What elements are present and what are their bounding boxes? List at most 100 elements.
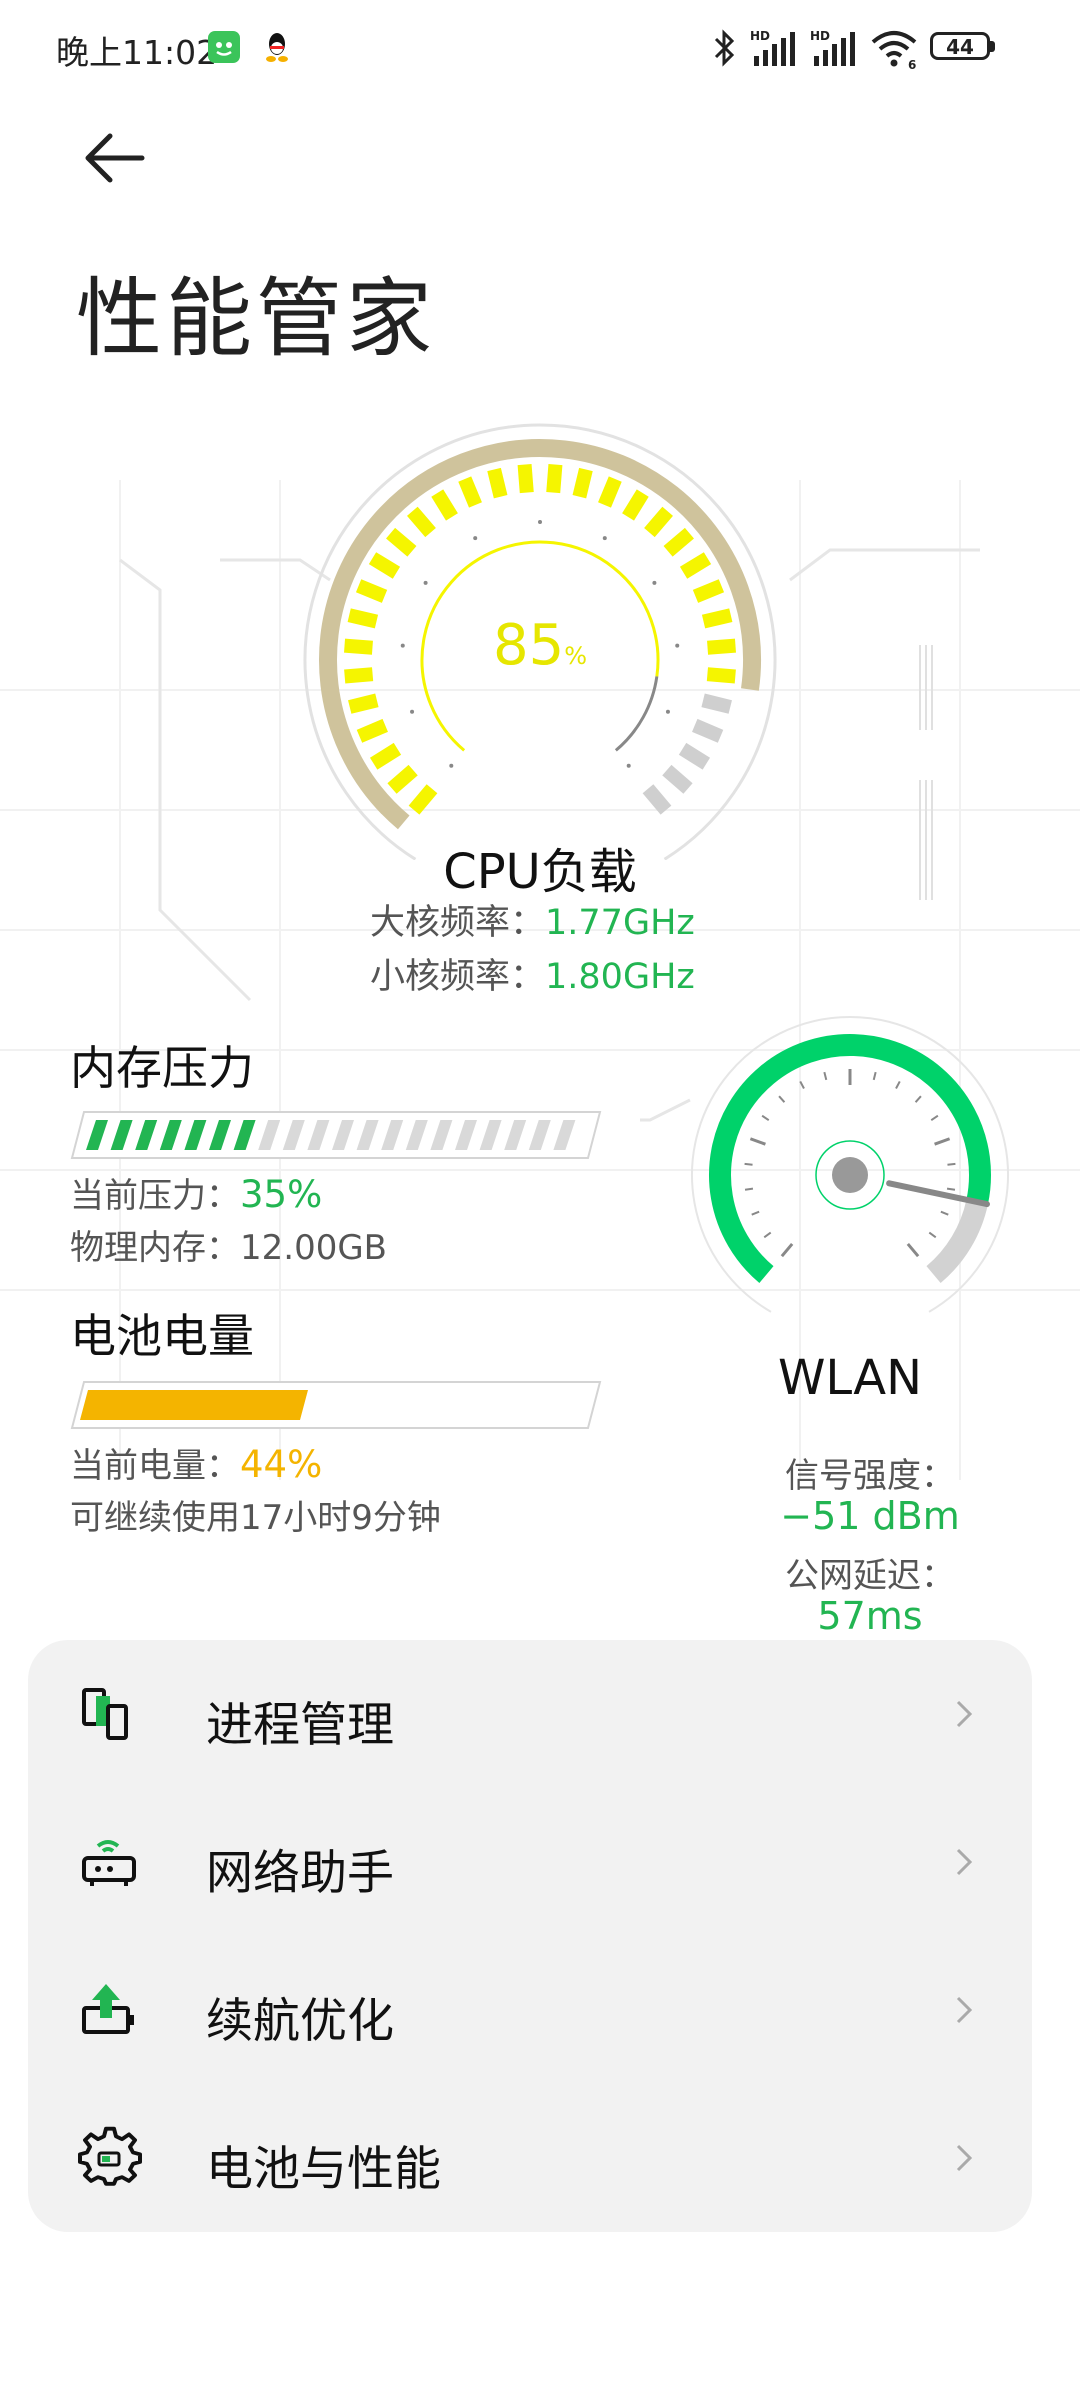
- wlan-label: WLAN: [777, 1350, 923, 1406]
- tools-menu: 进程管理 网络助手 续航优化 电池与性能: [28, 1640, 1032, 2232]
- cpu-load-label: CPU负载: [443, 844, 637, 900]
- battery-remaining-time: 可继续使用17小时9分钟: [70, 1498, 441, 1538]
- svg-text:HD: HD: [810, 29, 830, 43]
- back-button[interactable]: [72, 118, 162, 208]
- battery-level-title: 电池电量: [70, 1309, 254, 1363]
- cpu-gauge-inner-arc-rest: [614, 676, 659, 752]
- cpu-gauge-segment: [458, 476, 482, 508]
- svg-text:HD: HD: [750, 29, 770, 43]
- big-core-frequency-value: 1.77GHz: [545, 903, 695, 943]
- page-title: 性能管家: [76, 269, 436, 369]
- chevron-right-icon: [956, 2144, 973, 2172]
- memory-pressure-bar: [70, 1111, 602, 1159]
- battery-level-label: 当前电量：: [70, 1446, 240, 1486]
- menu-item-label: 电池与性能: [206, 2142, 441, 2197]
- svg-text:6: 6: [908, 58, 916, 70]
- chevron-right-icon: [956, 1996, 973, 2024]
- cpu-gauge-segment: [692, 579, 725, 603]
- wlan-gauge-tick: [947, 1162, 956, 1166]
- back-arrow-icon: [85, 133, 145, 183]
- cpu-gauge-dot: [602, 536, 607, 541]
- cpu-gauge-segment: [662, 764, 693, 794]
- battery-bar-fill: [80, 1390, 308, 1420]
- cpu-gauge-segment: [572, 467, 593, 499]
- battery-level-value: 44%: [240, 1443, 323, 1486]
- battery-level-bar: [70, 1381, 602, 1429]
- menu-item-process-manager[interactable]: 进程管理: [28, 1640, 1032, 1788]
- process-manager-icon: [82, 1688, 128, 1740]
- signal-strength-value: −51 dBm: [780, 1494, 960, 1538]
- physical-memory-value: 12.00GB: [240, 1228, 388, 1268]
- big-core-frequency-label: 大核频率：: [370, 903, 546, 943]
- cpu-gauge-segment: [598, 476, 622, 508]
- cpu-gauge-segment: [348, 693, 379, 714]
- chevron-right-icon: [956, 1848, 973, 1876]
- cpu-gauge-dot: [652, 580, 657, 585]
- menu-item-battery-and-performance[interactable]: 电池与性能: [28, 2084, 1032, 2232]
- physical-memory-label: 物理内存：: [70, 1228, 240, 1268]
- physical-memory-stat: 物理内存：12.00GB: [70, 1220, 387, 1269]
- wlan-gauge-tick: [763, 1231, 772, 1239]
- signal-hd-icon: HD: [750, 28, 802, 68]
- cpu-gauge-segment: [408, 784, 438, 815]
- wlan-gauge-tick: [906, 1242, 920, 1258]
- cpu-gauge-segment: [355, 579, 388, 603]
- status-time: 晚上11:02: [56, 33, 218, 72]
- wlan-gauge-tick: [930, 1114, 939, 1122]
- signal-strength-label: 信号强度：: [785, 1456, 955, 1496]
- cpu-gauge-segment: [407, 506, 436, 538]
- wlan-gauge-tick: [823, 1071, 828, 1081]
- wlan-gauge-tick: [895, 1080, 901, 1089]
- signal-hd-icon: HD: [810, 28, 862, 68]
- network-router-icon: [82, 1840, 136, 1886]
- gear-icon: [78, 2126, 142, 2186]
- wlan-gauge-tick: [761, 1114, 770, 1122]
- wlan-gauge-tick: [946, 1187, 956, 1191]
- latency-label: 公网延迟：: [785, 1556, 955, 1596]
- wlan-gauge-tick: [799, 1080, 805, 1089]
- status-bar: 晚上11:02 HD HD 6 44: [0, 0, 1080, 100]
- wlan-gauge-tick: [928, 1231, 937, 1239]
- small-core-frequency-value: 1.80GHz: [545, 957, 695, 997]
- cpu-gauge-dot: [449, 763, 454, 768]
- cpu-gauge-segment: [622, 489, 649, 521]
- cpu-gauge-segment: [387, 764, 418, 794]
- menu-item-battery-life-optimization[interactable]: 续航优化: [28, 1936, 1032, 2084]
- memory-pressure-value: 35%: [240, 1173, 323, 1216]
- cpu-gauge-segment: [692, 718, 724, 743]
- small-core-frequency: 小核频率：1.80GHz: [370, 948, 890, 999]
- cpu-gauge-segment: [679, 552, 712, 579]
- bluetooth-icon: [712, 28, 738, 68]
- memory-pressure-label: 当前压力：: [70, 1176, 240, 1216]
- wlan-gauge-tick: [778, 1095, 786, 1103]
- wechat-icon: [208, 31, 240, 63]
- wifi-6-icon: 6: [870, 28, 920, 72]
- small-core-frequency-label: 小核频率：: [370, 957, 546, 997]
- cpu-gauge-dot: [473, 536, 478, 541]
- chevron-right-icon: [956, 1700, 973, 1728]
- wlan-gauge-tick: [914, 1095, 922, 1103]
- wlan-gauge-tick: [940, 1210, 949, 1216]
- cpu-gauge-segment: [517, 464, 534, 494]
- cpu-gauge-segment: [663, 527, 694, 557]
- menu-item-label: 网络助手: [206, 1846, 394, 1901]
- cpu-gauge-dot: [665, 709, 670, 714]
- wlan-gauge-tick: [934, 1137, 951, 1146]
- wlan-gauge-rest-arc: [926, 1199, 988, 1284]
- latency-value: 57ms: [817, 1594, 923, 1638]
- battery-boost-icon: [82, 1984, 134, 2034]
- wlan-gauge-tick: [744, 1162, 753, 1166]
- battery-level-stat: 当前电量：44%: [70, 1438, 322, 1487]
- cpu-gauge-segment: [546, 464, 563, 494]
- wlan-speed-gauge: [680, 1010, 1020, 1320]
- wlan-gauge-tick: [749, 1137, 766, 1146]
- cpu-gauge-segment: [487, 467, 508, 499]
- cpu-gauge-segment: [369, 742, 402, 770]
- cpu-gauge-dot: [410, 709, 415, 714]
- memory-pressure-stat: 当前压力：35%: [70, 1168, 322, 1217]
- qq-icon: [262, 30, 292, 64]
- cpu-gauge-dot: [538, 520, 542, 524]
- wlan-gauge-hub: [832, 1157, 868, 1193]
- memory-pressure-title: 内存压力: [70, 1041, 254, 1095]
- menu-item-network-assistant[interactable]: 网络助手: [28, 1788, 1032, 1936]
